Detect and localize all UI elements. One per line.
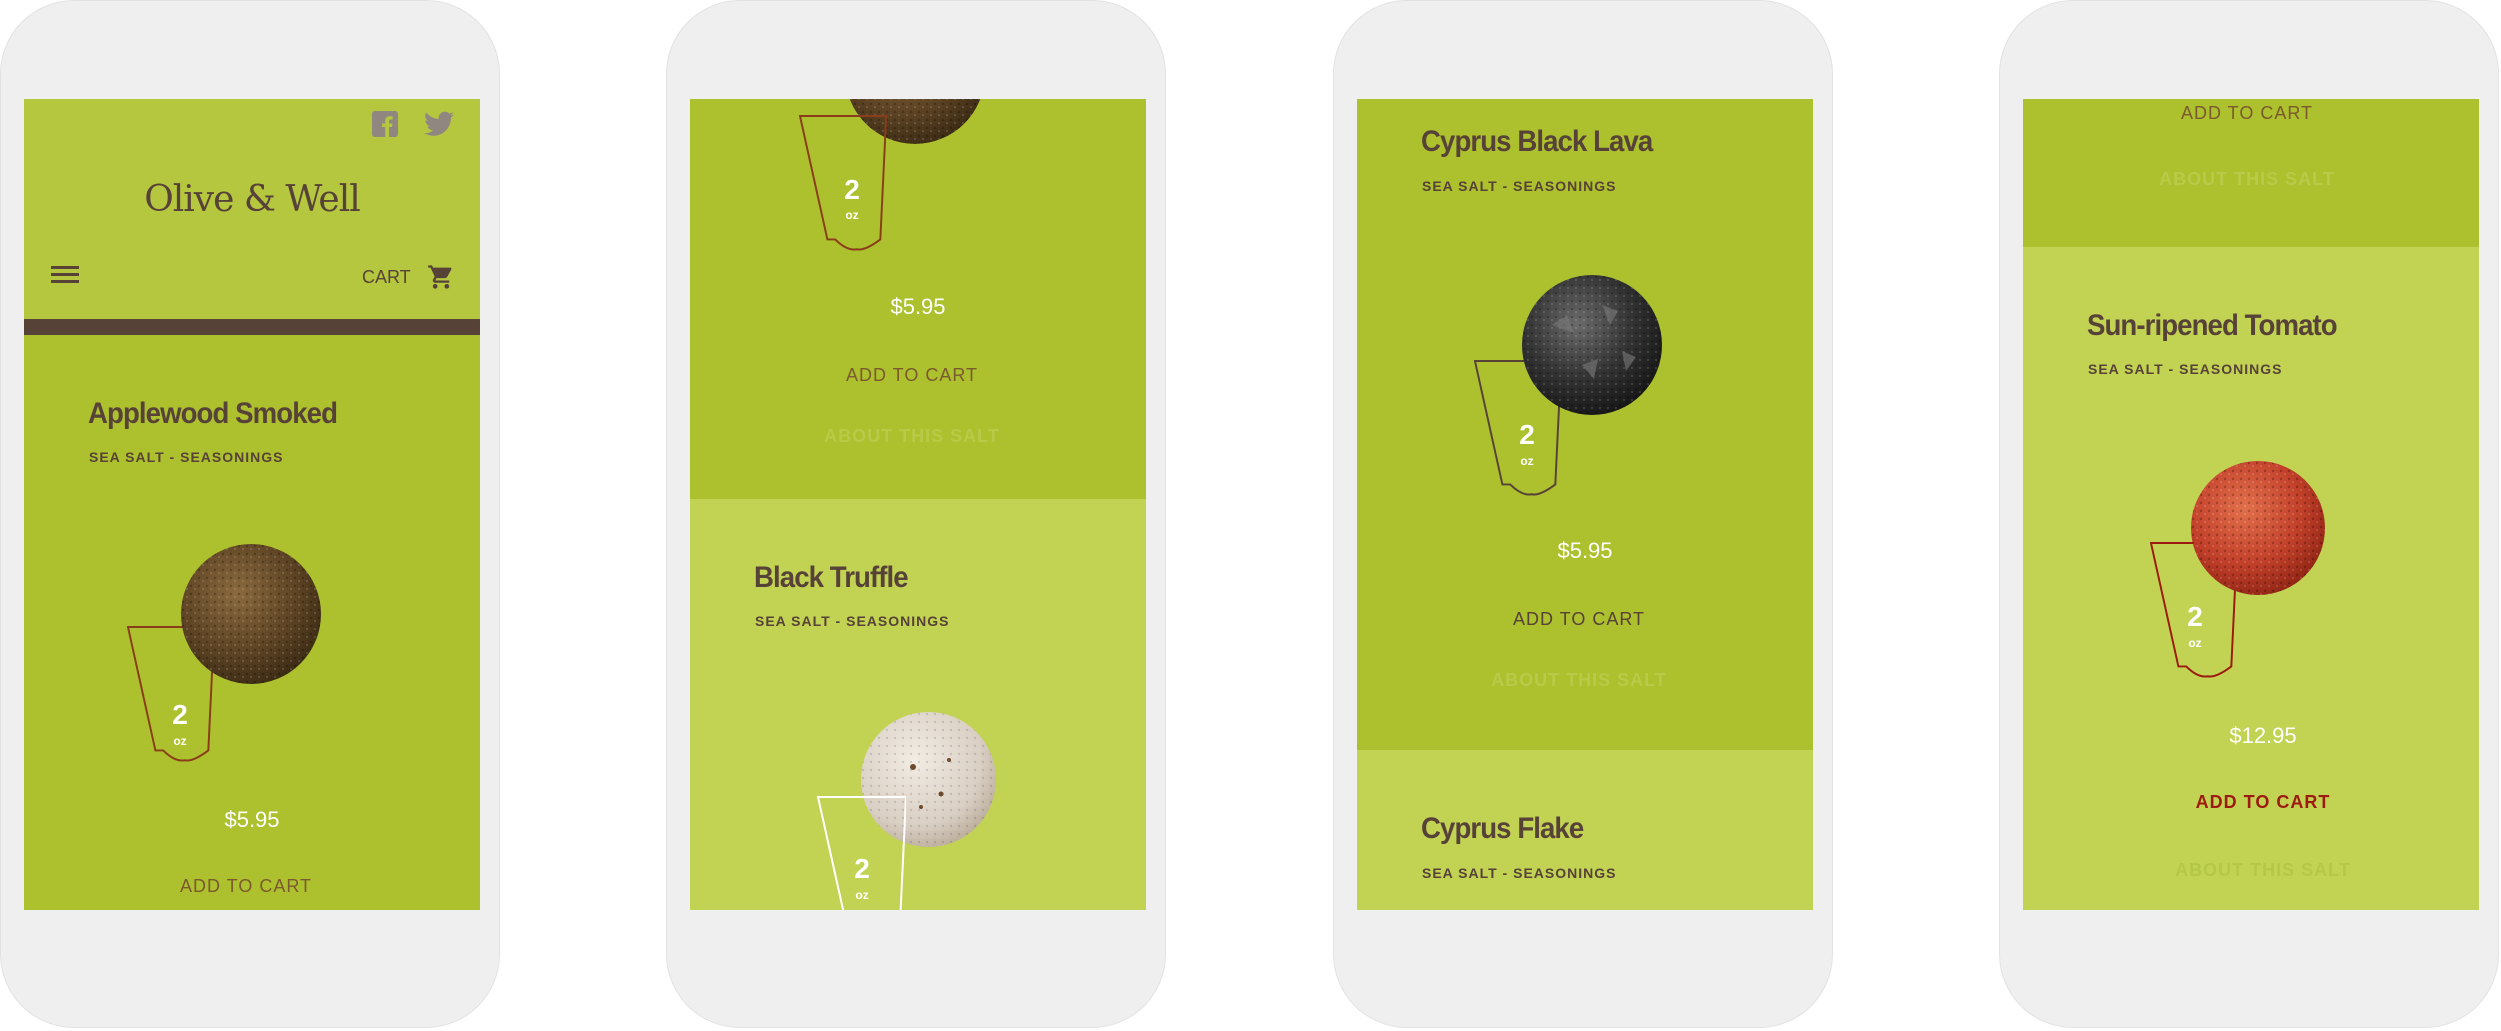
phone-1: Olive & Well CART Applewood Smoked SEA S… (0, 0, 500, 1028)
product-subtitle: SEA SALT - SEASONINGS (755, 613, 950, 629)
phone-2: 2 oz $5.95 ADD TO CART ABOUT THIS SALT B… (666, 0, 1166, 1028)
size-number: 2 (854, 853, 870, 884)
size-unit: oz (855, 888, 869, 902)
phone-3: Cyprus Black Lava SEA SALT - SEASONINGS … (1333, 0, 1833, 1028)
product-section: Black Truffle SEA SALT - SEASONINGS 2 oz (690, 499, 1146, 910)
price: $5.95 (1557, 538, 1613, 563)
twitter-icon[interactable] (424, 111, 454, 137)
size-number: 2 (1519, 419, 1535, 450)
add-to-cart-button[interactable]: ADD TO CART (2023, 103, 2475, 124)
cart-link[interactable]: CART (362, 263, 472, 291)
site-header: Olive & Well CART (24, 99, 480, 335)
product-subtitle: SEA SALT - SEASONINGS (2088, 361, 2283, 377)
product-section: 2 oz $5.95 ADD TO CART ABOUT THIS SALT (690, 99, 1146, 499)
cart-label: CART (362, 267, 411, 287)
about-salt-link[interactable]: ABOUT THIS SALT (2035, 860, 2479, 881)
phone-4: ADD TO CART ABOUT THIS SALT Sun-ripened … (1999, 0, 2499, 1028)
product-subtitle: SEA SALT - SEASONINGS (1422, 178, 1617, 194)
product-title: Black Truffle (754, 561, 909, 594)
product-title: Sun-ripened Tomato (2087, 309, 2338, 342)
salt-sphere (1522, 275, 1662, 415)
shopping-cart-icon (426, 263, 456, 296)
product-title: Cyprus Black Lava (1421, 125, 1653, 158)
product-section: Cyprus Flake SEA SALT - SEASONINGS (1357, 750, 1813, 910)
brand-logo[interactable]: Olive & Well (24, 179, 480, 220)
add-to-cart-button[interactable]: ADD TO CART (24, 876, 474, 897)
salt-sphere (2191, 461, 2325, 595)
about-salt-link[interactable]: ABOUT THIS SALT (2023, 169, 2475, 190)
facebook-icon[interactable] (372, 111, 398, 137)
salt-sphere (181, 544, 321, 684)
product-section: Cyprus Black Lava SEA SALT - SEASONINGS … (1357, 99, 1813, 750)
product-title: Cyprus Flake (1421, 812, 1584, 845)
about-salt-link[interactable]: ABOUT THIS SALT (690, 426, 1140, 447)
size-unit: oz (1520, 454, 1534, 468)
size-unit: oz (845, 208, 859, 222)
screen: ADD TO CART ABOUT THIS SALT Sun-ripened … (2023, 99, 2479, 910)
size-number: 2 (844, 174, 860, 205)
size-unit: oz (2188, 636, 2202, 650)
product-subtitle: SEA SALT - SEASONINGS (89, 449, 284, 465)
add-to-cart-button[interactable]: ADD TO CART (1357, 609, 1807, 630)
size-unit: oz (173, 734, 187, 748)
screen: Olive & Well CART Applewood Smoked SEA S… (24, 99, 480, 910)
header-divider (24, 319, 480, 335)
size-number: 2 (172, 699, 188, 730)
add-to-cart-button[interactable]: ADD TO CART (2035, 792, 2479, 813)
price: $12.95 (2229, 723, 2297, 748)
product-subtitle: SEA SALT - SEASONINGS (1422, 865, 1617, 881)
product-section: ADD TO CART ABOUT THIS SALT (2023, 99, 2479, 247)
hamburger-icon[interactable] (51, 266, 81, 286)
screen: 2 oz $5.95 ADD TO CART ABOUT THIS SALT B… (690, 99, 1146, 910)
product-section: Applewood Smoked SEA SALT - SEASONINGS 2… (24, 335, 480, 910)
size-number: 2 (2187, 601, 2203, 632)
product-section: Sun-ripened Tomato SEA SALT - SEASONINGS… (2023, 247, 2479, 910)
price: $5.95 (224, 807, 280, 832)
product-title: Applewood Smoked (88, 397, 338, 430)
about-salt-link[interactable]: ABOUT THIS SALT (1357, 670, 1807, 691)
add-to-cart-button[interactable]: ADD TO CART (690, 365, 1140, 386)
screen: Cyprus Black Lava SEA SALT - SEASONINGS … (1357, 99, 1813, 910)
price: $5.95 (890, 294, 946, 319)
